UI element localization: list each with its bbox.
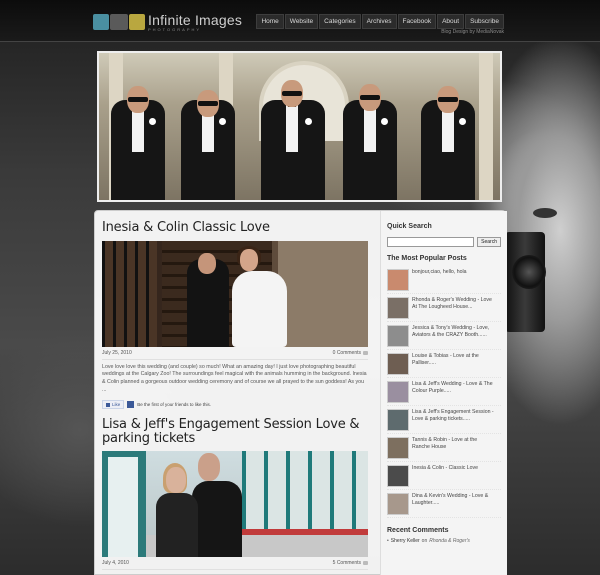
thumbs-up-icon [106, 402, 110, 407]
content-panel: Inesia & Colin Classic Love July 25, 201… [94, 210, 507, 575]
comment-icon [363, 350, 368, 355]
nav-website[interactable]: Website [284, 14, 319, 29]
popular-post-item[interactable]: Jessica & Tony's Wedding - Love, Aviator… [387, 322, 501, 350]
post-excerpt: Love love love this wedding (and couple)… [102, 363, 367, 393]
search-input[interactable] [387, 237, 475, 247]
popular-post-item[interactable]: Tannis & Robin - Love at the Ranche Hous… [387, 434, 501, 462]
post-comments-count: 5 Comments [332, 559, 361, 566]
post-title[interactable]: Lisa & Jeff's Engagement Session Love & … [102, 418, 376, 445]
popular-post-link[interactable]: Inesia & Colin - Classic Love [412, 465, 496, 472]
post-title[interactable]: Inesia & Colin Classic Love [102, 221, 376, 235]
logo-title: Infinite Images [148, 11, 243, 28]
popular-post-item[interactable]: Louise & Tobias - Love at the Palliser..… [387, 350, 501, 378]
nav-categories[interactable]: Categories [319, 14, 361, 29]
post-thumbnail[interactable] [387, 409, 409, 431]
search-form: Search [387, 237, 501, 247]
post-date: July 25, 2010 [102, 349, 132, 356]
comment-on-label: on [421, 538, 428, 544]
top-bar: Infinite Images PHOTOGRAPHY Home Website… [0, 0, 600, 42]
post-comments-count: 0 Comments [332, 349, 361, 356]
post-meta: July 25, 2010 0 Comments [102, 350, 368, 360]
post-thumbnail[interactable] [387, 437, 409, 459]
post-date: July 4, 2010 [102, 559, 129, 566]
facebook-like-label: Like [112, 402, 121, 408]
post-thumbnail[interactable] [387, 465, 409, 487]
popular-post-link[interactable]: Jessica & Tony's Wedding - Love, Aviator… [412, 325, 496, 339]
popular-post-item[interactable]: Lisa & Jeff's Engagement Session - Love … [387, 406, 501, 434]
comment-post-link[interactable]: Rhonda & Roger's [429, 538, 470, 544]
popular-posts-heading: The Most Popular Posts [387, 255, 467, 262]
main-nav: Home Website Categories Archives Faceboo… [256, 14, 504, 29]
posts-column: Inesia & Colin Classic Love July 25, 201… [102, 221, 376, 570]
bullet-icon: • [387, 538, 389, 544]
popular-post-link[interactable]: bonjour,ciao, hello, hola [412, 269, 496, 276]
post-thumbnail[interactable] [387, 493, 409, 515]
sidebar: Quick Search Search The Most Popular Pos… [380, 211, 507, 575]
facebook-like-widget: Like Be the first of your friends to lik… [102, 400, 376, 410]
post-thumbnail[interactable] [387, 381, 409, 403]
search-button[interactable]: Search [477, 237, 501, 247]
popular-post-item[interactable]: Dina & Kevin's Wedding - Love & Laughter… [387, 490, 501, 518]
nav-home[interactable]: Home [256, 14, 284, 29]
post-image[interactable] [102, 450, 368, 557]
popular-post-link[interactable]: Tannis & Robin - Love at the Ranche Hous… [412, 437, 496, 451]
recent-comment-item: • Sherry Keller on Rhonda & Roger's [387, 538, 501, 544]
post-image[interactable] [102, 240, 368, 347]
post-comments-link[interactable]: 5 Comments [333, 560, 368, 566]
nav-facebook[interactable]: Facebook [397, 14, 437, 29]
facebook-like-button[interactable]: Like [102, 400, 125, 410]
popular-post-link[interactable]: Lisa & Jeff's Engagement Session - Love … [412, 409, 496, 423]
post-thumbnail[interactable] [387, 325, 409, 347]
popular-post-item[interactable]: Lisa & Jeff's Wedding - Love & The Colou… [387, 378, 501, 406]
post: Lisa & Jeff's Engagement Session Love & … [102, 418, 376, 570]
popular-post-item[interactable]: Inesia & Colin - Classic Love [387, 462, 501, 490]
comment-icon [363, 560, 368, 565]
popular-post-link[interactable]: Rhonda & Roger's Wedding - Love At The L… [412, 297, 496, 311]
logo-mark-icon [93, 14, 145, 30]
nav-archives[interactable]: Archives [361, 14, 397, 29]
nav-about[interactable]: About [437, 14, 465, 29]
popular-post-link[interactable]: Louise & Tobias - Love at the Palliser..… [412, 353, 496, 367]
post-comments-link[interactable]: 0 Comments [333, 350, 368, 356]
facebook-like-text: Be the first of your friends to like thi… [137, 402, 212, 408]
logo[interactable]: Infinite Images PHOTOGRAPHY [93, 10, 242, 34]
nav-subscribe[interactable]: Subscribe [465, 14, 504, 29]
post-thumbnail[interactable] [387, 269, 409, 291]
facebook-icon [127, 401, 135, 409]
popular-posts-list: bonjour,ciao, hello, hola Rhonda & Roger… [387, 266, 501, 518]
post-thumbnail[interactable] [387, 297, 409, 319]
recent-comments-heading: Recent Comments [387, 527, 449, 534]
popular-post-item[interactable]: bonjour,ciao, hello, hola [387, 266, 501, 294]
design-credit[interactable]: Blog Design by MediaNovak [441, 29, 504, 35]
popular-post-link[interactable]: Lisa & Jeff's Wedding - Love & The Colou… [412, 381, 496, 395]
comment-author[interactable]: Sherry Keller [391, 538, 420, 544]
background-camera-lens [512, 255, 546, 289]
search-heading: Quick Search [387, 223, 432, 230]
background-eye [533, 208, 557, 218]
popular-post-item[interactable]: Rhonda & Roger's Wedding - Love At The L… [387, 294, 501, 322]
post-thumbnail[interactable] [387, 353, 409, 375]
post: Inesia & Colin Classic Love July 25, 201… [102, 221, 376, 410]
logo-subtitle: PHOTOGRAPHY [148, 26, 202, 32]
header-photo [97, 51, 502, 202]
post-meta: July 4, 2010 5 Comments [102, 560, 368, 570]
popular-post-link[interactable]: Dina & Kevin's Wedding - Love & Laughter… [412, 493, 496, 507]
